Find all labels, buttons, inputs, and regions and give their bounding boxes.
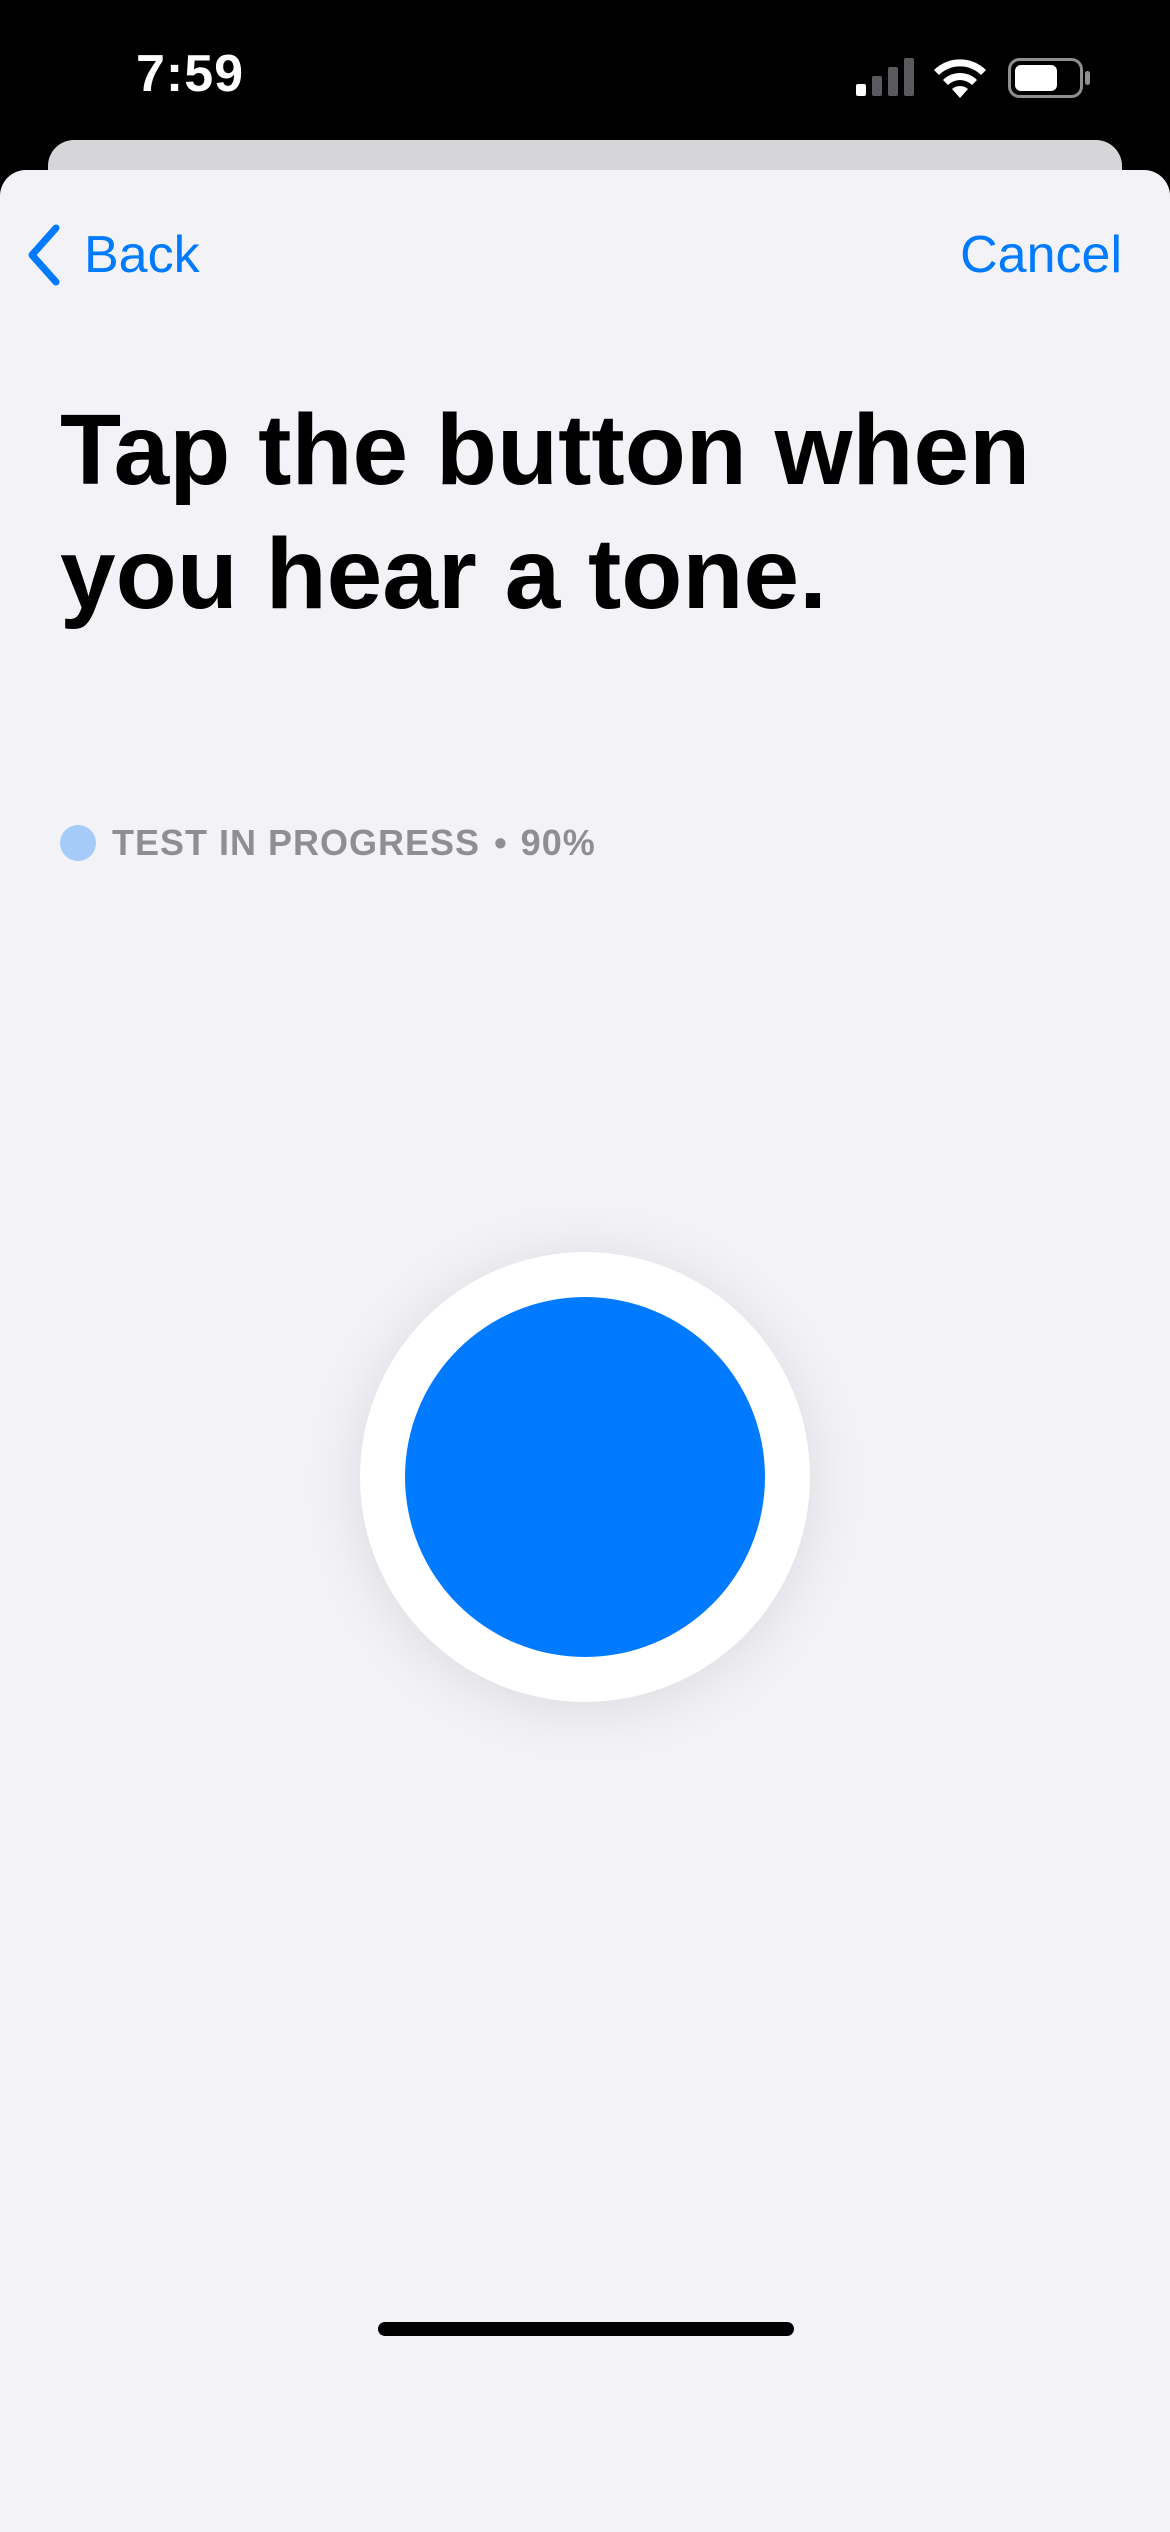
test-progress-status: TEST IN PROGRESS • 90% [60,822,596,864]
status-time: 7:59 [136,45,245,103]
progress-value: 90% [520,822,596,863]
back-button[interactable]: Back [24,224,200,286]
progress-indicator-dot [60,825,96,861]
back-label: Back [84,226,200,284]
chevron-left-icon [28,224,60,286]
cellular-signal-icon [856,58,914,96]
progress-separator: • [494,822,507,863]
wifi-icon [934,59,986,98]
status-bar: 7:59 [0,0,1170,150]
home-indicator[interactable] [378,2322,794,2336]
cancel-button[interactable]: Cancel [960,224,1122,286]
tone-response-button[interactable] [360,1252,810,1702]
progress-label: TEST IN PROGRESS [112,822,481,863]
page-title: Tap the button when you hear a tone. [60,394,1031,630]
battery-icon [1008,58,1090,98]
tone-response-button-core[interactable] [405,1297,765,1657]
